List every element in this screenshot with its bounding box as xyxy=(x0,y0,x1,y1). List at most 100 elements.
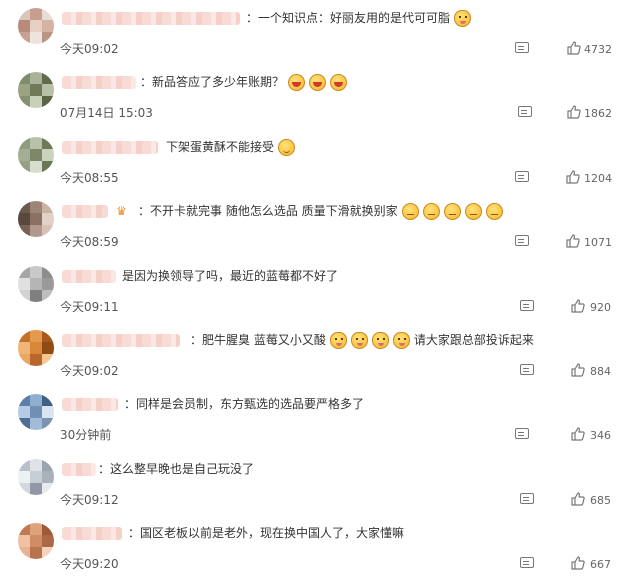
reply-icon[interactable] xyxy=(518,106,532,117)
avatar-mosaic-tile xyxy=(30,523,42,535)
avatar-mosaic-tile xyxy=(30,225,42,237)
comment-text-content: ：国区老板以前是老外，现在换中国人了，大家懂嘛 xyxy=(128,526,405,540)
neutral-face-emoji xyxy=(401,202,419,220)
username-redacted[interactable] xyxy=(62,527,122,540)
avatar-mosaic-tile xyxy=(30,20,42,32)
thumbs-up-icon[interactable] xyxy=(566,40,582,56)
comment-text-content: ：不开卡就完事 随他怎么选品 质量下滑就换别家 xyxy=(138,204,398,218)
avatar-mosaic-tile xyxy=(42,330,54,342)
avatar-mosaic-tile xyxy=(42,161,54,173)
comment-item: ：同样是会员制，东方甄选的选品要严格多了 30分钟前 346 xyxy=(0,394,626,458)
thumbs-up-icon[interactable] xyxy=(570,555,586,571)
avatar-mosaic-tile xyxy=(30,459,42,471)
comment-item: ：这么整早晚也是自己玩没了 今天09:12 685 xyxy=(0,459,626,523)
avatar-mosaic-tile xyxy=(30,342,42,354)
thumbs-up-icon[interactable] xyxy=(565,169,581,185)
reply-icon[interactable] xyxy=(515,171,529,182)
user-avatar[interactable] xyxy=(18,137,54,173)
avatar-mosaic-tile xyxy=(42,418,54,430)
avatar-mosaic-tile xyxy=(42,471,54,483)
thumbs-up-icon[interactable] xyxy=(570,426,586,442)
comment-text-content: ：新品答应了多少年账期？ xyxy=(140,75,285,89)
user-avatar[interactable] xyxy=(18,72,54,108)
username-redacted[interactable] xyxy=(62,334,180,347)
avatar-mosaic-tile xyxy=(30,84,42,96)
avatar-mosaic-tile xyxy=(30,8,42,20)
thumbs-up-icon[interactable] xyxy=(570,491,586,507)
avatar-mosaic-tile xyxy=(30,471,42,483)
avatar-mosaic-tile xyxy=(18,354,30,366)
username-redacted[interactable] xyxy=(62,12,240,25)
username-redacted[interactable] xyxy=(62,463,96,476)
user-avatar[interactable] xyxy=(18,330,54,366)
avatar-mosaic-tile xyxy=(30,149,42,161)
user-avatar[interactable] xyxy=(18,201,54,237)
comment-text: 下架蛋黄酥不能接受 xyxy=(166,137,296,157)
avatar-mosaic-tile xyxy=(30,535,42,547)
avatar-mosaic-tile xyxy=(42,72,54,84)
laughing-face-emoji xyxy=(330,73,348,91)
user-avatar[interactable] xyxy=(18,523,54,559)
avatar-mosaic-tile xyxy=(18,535,30,547)
avatar-mosaic-tile xyxy=(42,483,54,495)
comment-item: 下架蛋黄酥不能接受 今天08:55 1204 xyxy=(0,137,626,201)
avatar-mosaic-tile xyxy=(30,406,42,418)
comment-text-content: ：一个知识点：好丽友用的是代可可脂 xyxy=(246,11,451,25)
thumbs-up-icon[interactable] xyxy=(566,104,582,120)
username-redacted[interactable] xyxy=(62,398,118,411)
reply-icon[interactable] xyxy=(520,364,534,375)
comment-text: ：同样是会员制，东方甄选的选品要严格多了 xyxy=(124,394,364,414)
crown-badge-icon: ♛ xyxy=(116,204,127,218)
comment-text: 是因为换领导了吗，最近的蓝莓都不好了 xyxy=(122,266,338,286)
avatar-mosaic-tile xyxy=(18,149,30,161)
avatar-mosaic-tile xyxy=(18,330,30,342)
user-avatar[interactable] xyxy=(18,459,54,495)
comment-text-content: 下架蛋黄酥不能接受 xyxy=(166,140,275,154)
cat-face-emoji xyxy=(454,9,472,27)
avatar-mosaic-tile xyxy=(42,342,54,354)
reply-icon[interactable] xyxy=(520,493,534,504)
avatar-mosaic-tile xyxy=(30,72,42,84)
user-avatar[interactable] xyxy=(18,394,54,430)
avatar-mosaic-tile xyxy=(30,32,42,44)
avatar-mosaic-tile xyxy=(18,225,30,237)
avatar-mosaic-tile xyxy=(30,483,42,495)
avatar-mosaic-tile xyxy=(18,483,30,495)
avatar-mosaic-tile xyxy=(30,278,42,290)
avatar-mosaic-tile xyxy=(42,32,54,44)
reply-icon[interactable] xyxy=(515,235,529,246)
avatar-mosaic-tile xyxy=(42,394,54,406)
thumbs-up-icon[interactable] xyxy=(565,233,581,249)
avatar-mosaic-tile xyxy=(18,32,30,44)
avatar-mosaic-tile xyxy=(18,161,30,173)
reply-icon[interactable] xyxy=(515,428,529,439)
avatar-mosaic-tile xyxy=(30,547,42,559)
reply-icon[interactable] xyxy=(520,300,534,311)
avatar-mosaic-tile xyxy=(30,266,42,278)
comment-time: 今天09:02 xyxy=(60,42,119,56)
comment-time: 今天09:12 xyxy=(60,493,119,507)
user-avatar[interactable] xyxy=(18,266,54,302)
username-redacted[interactable] xyxy=(62,205,108,218)
username-redacted[interactable] xyxy=(62,270,116,283)
reply-icon[interactable] xyxy=(520,557,534,568)
thumbs-up-icon[interactable] xyxy=(570,298,586,314)
avatar-mosaic-tile xyxy=(18,137,30,149)
username-redacted[interactable] xyxy=(62,76,136,89)
comment-time: 今天09:20 xyxy=(60,557,119,571)
comment-item: ：新品答应了多少年账期？ 07月14日 15:03 1862 xyxy=(0,72,626,136)
avatar-mosaic-tile xyxy=(18,394,30,406)
avatar-mosaic-tile xyxy=(30,394,42,406)
thumbs-up-icon[interactable] xyxy=(570,362,586,378)
comment-item: ：国区老板以前是老外，现在换中国人了，大家懂嘛 今天09:20 667 xyxy=(0,523,626,587)
avatar-mosaic-tile xyxy=(42,137,54,149)
avatar-mosaic-tile xyxy=(18,523,30,535)
laughing-face-emoji xyxy=(309,73,327,91)
like-count: 346 xyxy=(590,429,611,442)
reply-icon[interactable] xyxy=(515,42,529,53)
avatar-mosaic-tile xyxy=(18,406,30,418)
avatar-mosaic-tile xyxy=(18,471,30,483)
user-avatar[interactable] xyxy=(18,8,54,44)
avatar-mosaic-tile xyxy=(18,84,30,96)
username-redacted[interactable] xyxy=(62,141,158,154)
